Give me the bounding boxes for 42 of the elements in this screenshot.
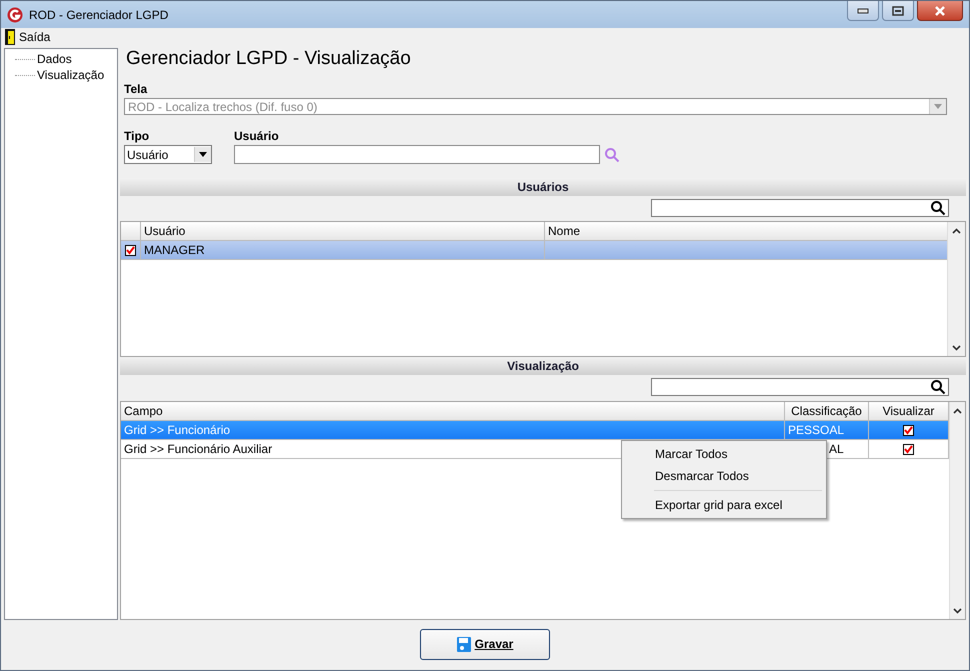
tree-item[interactable]: Visualização bbox=[37, 68, 104, 82]
close-button[interactable] bbox=[917, 1, 963, 21]
checkbox[interactable] bbox=[903, 444, 914, 454]
minimize-icon bbox=[857, 8, 869, 14]
checkbox[interactable] bbox=[903, 424, 914, 436]
type-dropdown[interactable]: Usuário bbox=[124, 145, 212, 164]
table-cell: PESSOAL bbox=[788, 423, 844, 437]
scrollbar[interactable] bbox=[947, 222, 965, 356]
table-cell: AL bbox=[829, 442, 844, 456]
menu-item[interactable]: Desmarcar Todos bbox=[624, 465, 824, 487]
field-label: Usuário bbox=[234, 129, 280, 143]
window-title: ROD - Gerenciador LGPD bbox=[29, 8, 170, 22]
menu-item[interactable]: Exportar grid para excel bbox=[624, 494, 824, 516]
search-icon[interactable] bbox=[930, 379, 946, 395]
column-header[interactable]: Classificação bbox=[785, 402, 869, 420]
field-label: Tipo bbox=[124, 129, 150, 143]
save-button[interactable]: Gravar bbox=[420, 628, 550, 660]
column-header[interactable]: Usuário bbox=[141, 222, 545, 240]
scrollbar[interactable] bbox=[949, 402, 965, 619]
close-icon bbox=[934, 6, 946, 16]
maximize-button[interactable] bbox=[882, 1, 914, 21]
section-header: Visualização bbox=[120, 357, 966, 375]
user-input-field[interactable] bbox=[234, 145, 600, 164]
exit-menu-item[interactable]: Saída bbox=[5, 29, 50, 45]
search-field[interactable] bbox=[651, 378, 949, 396]
page-heading: Gerenciador LGPD - Visualização bbox=[125, 48, 412, 71]
section-header: Usuários bbox=[120, 178, 966, 196]
caret-icon[interactable] bbox=[199, 152, 207, 157]
table-cell: MANAGER bbox=[141, 241, 545, 259]
search-field[interactable] bbox=[651, 199, 949, 217]
minimize-button[interactable] bbox=[847, 1, 879, 21]
field-label: Tela bbox=[123, 82, 148, 96]
app-logo-icon bbox=[7, 6, 23, 22]
maximize-icon bbox=[892, 6, 904, 16]
table-row[interactable]: MANAGER bbox=[121, 241, 947, 260]
search-icon[interactable] bbox=[930, 200, 946, 216]
table-cell: Grid >> Funcionário bbox=[121, 421, 785, 439]
door-icon bbox=[5, 29, 15, 45]
tree-item[interactable]: Dados bbox=[37, 52, 72, 66]
checkbox[interactable] bbox=[125, 244, 136, 256]
column-header[interactable]: Nome bbox=[545, 222, 947, 240]
column-header[interactable]: Campo bbox=[121, 402, 785, 420]
